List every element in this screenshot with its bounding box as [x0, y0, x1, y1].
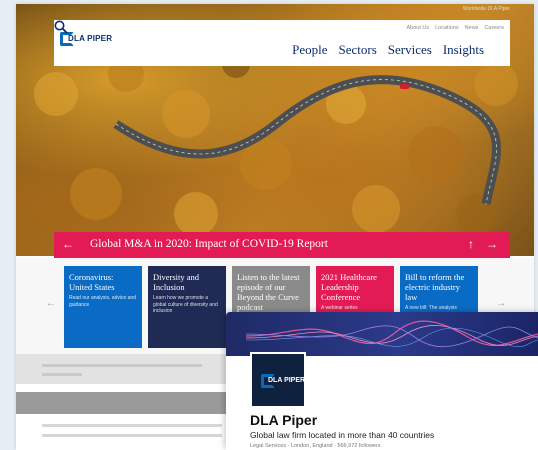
featured-report-banner[interactable]: ← Global M&A in 2020: Impact of COVID-19…	[54, 232, 510, 258]
nav-services[interactable]: Services	[388, 42, 432, 58]
carousel-tile[interactable]: Coronavirus: United States Read our anal…	[64, 266, 142, 348]
arrow-right-icon[interactable]: →	[486, 237, 498, 251]
linkedin-company-card[interactable]: DLA PIPER DLA Piper Global law firm loca…	[226, 312, 538, 450]
linkedin-cover-banner	[226, 312, 538, 356]
arrow-up-icon[interactable]: ↑	[468, 237, 474, 251]
text-line	[42, 424, 222, 427]
tile-title: Listen to the latest episode of our Beyo…	[237, 272, 300, 312]
company-meta: Legal Services · London, England · 566,9…	[250, 443, 381, 449]
logo-text: DLA PIPER	[68, 34, 113, 43]
carousel-prev-icon[interactable]: ←	[46, 298, 56, 309]
tile-desc: Learn how we promote a global culture of…	[153, 295, 218, 314]
linkedin-company-logo[interactable]: DLA PIPER	[250, 352, 306, 408]
utility-top-text: Worldwide DLA Piper	[462, 6, 510, 12]
site-header: DLA PIPER About Us Locations News Career…	[54, 20, 510, 66]
utility-links: About Us Locations News Careers	[407, 25, 505, 31]
company-name[interactable]: DLA Piper	[250, 412, 317, 428]
logo-text: DLA PIPER	[268, 377, 306, 384]
utility-link-locations[interactable]: Locations	[435, 25, 459, 31]
tile-title: Diversity and Inclusion	[153, 272, 200, 292]
carousel-tile[interactable]: Diversity and Inclusion Learn how we pro…	[148, 266, 226, 348]
nav-people[interactable]: People	[292, 42, 327, 58]
carousel-next-icon[interactable]: →	[496, 298, 506, 309]
search-icon[interactable]	[54, 20, 68, 34]
tile-title: Coronavirus: United States	[69, 272, 115, 292]
banner-title: Global M&A in 2020: Impact of COVID-19 R…	[90, 238, 328, 250]
utility-link-careers[interactable]: Careers	[484, 25, 504, 31]
nav-sectors[interactable]: Sectors	[339, 42, 377, 58]
red-car	[400, 84, 409, 89]
utility-link-news[interactable]: News	[465, 25, 479, 31]
hero-image-autumn-forest-road: Worldwide DLA Piper DLA PIPER About Us L…	[16, 4, 534, 256]
tile-desc: A webinar series	[321, 305, 358, 311]
sound-wave-graphic	[245, 320, 538, 348]
tile-desc: Read our analysis, advice and guidance	[69, 295, 136, 308]
arrow-left-icon[interactable]: ←	[62, 237, 74, 251]
tile-title: Bill to reform the electric industry law	[405, 272, 465, 302]
nav-insights[interactable]: Insights	[443, 42, 484, 58]
utility-link-about[interactable]: About Us	[407, 25, 430, 31]
main-nav: People Sectors Services Insights	[292, 42, 484, 58]
tile-title: 2021 Healthcare Leadership Conference	[321, 272, 377, 302]
company-tagline: Global law firm located in more than 40 …	[250, 430, 435, 440]
text-line	[42, 434, 222, 437]
text-line	[42, 373, 82, 376]
tile-desc: A new bill: The analysis	[405, 305, 457, 311]
text-line	[42, 364, 202, 367]
